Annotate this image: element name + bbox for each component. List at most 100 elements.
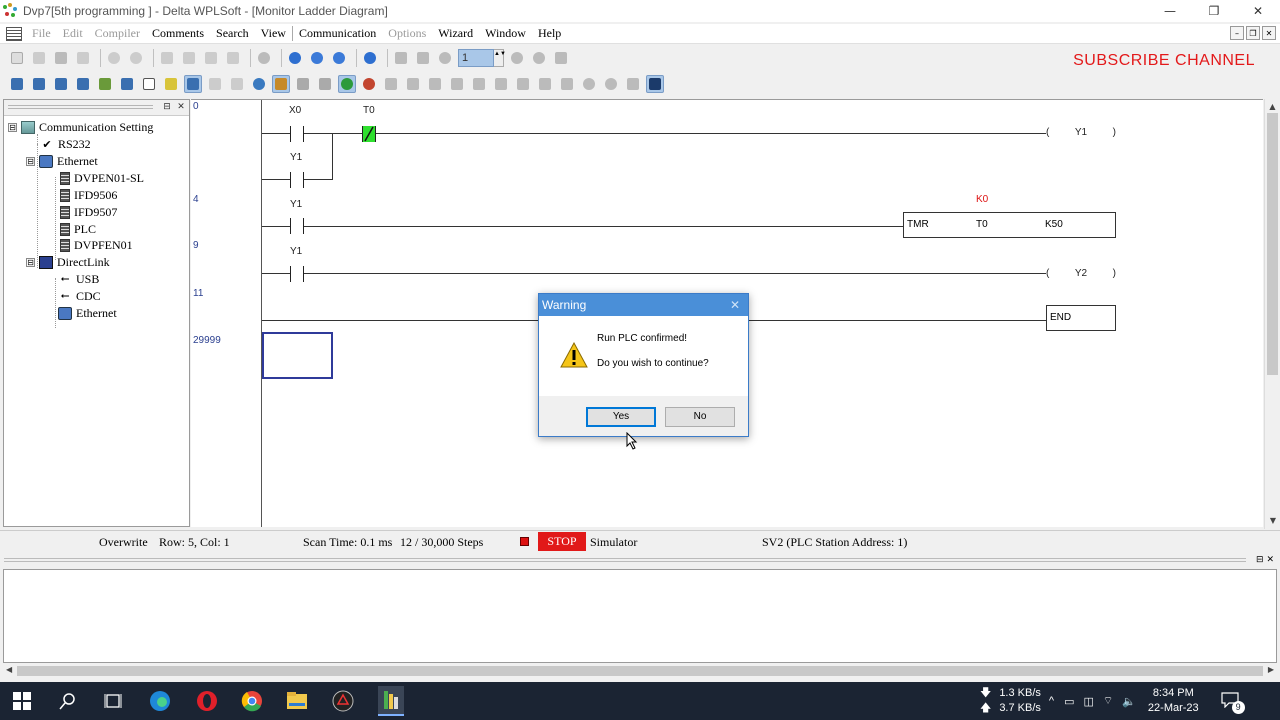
- opera-icon[interactable]: [195, 689, 219, 713]
- restore-button[interactable]: ❐: [1192, 0, 1236, 22]
- scroll-right-icon[interactable]: ▶: [1268, 665, 1274, 674]
- set-on-icon[interactable]: [382, 75, 400, 93]
- tree-node-dvpfen01[interactable]: DVPFEN01: [60, 237, 133, 253]
- find-next-icon[interactable]: [602, 75, 620, 93]
- ladder-vertical-scrollbar[interactable]: ▲ ▼: [1264, 99, 1280, 529]
- copy-icon[interactable]: [180, 49, 198, 67]
- coil-y1[interactable]: ( Y1 ): [1046, 127, 1116, 138]
- tree-node-directlink[interactable]: ⊟ DirectLink: [26, 254, 110, 270]
- step-input[interactable]: 1: [458, 49, 494, 67]
- step-spinner[interactable]: ▲▼: [494, 49, 506, 67]
- stop-icon[interactable]: [360, 75, 378, 93]
- help-icon[interactable]: [361, 49, 379, 67]
- new-file-icon[interactable]: [8, 49, 26, 67]
- window2-icon[interactable]: [316, 75, 334, 93]
- link-icon[interactable]: [552, 49, 570, 67]
- branch-icon[interactable]: [470, 75, 488, 93]
- comment-icon[interactable]: [206, 75, 224, 93]
- scroll-thumb[interactable]: [17, 666, 1263, 676]
- tree-view-icon[interactable]: [118, 75, 136, 93]
- tree-node-dvpen01-sl[interactable]: DVPEN01-SL: [60, 170, 144, 186]
- menu-view[interactable]: View: [255, 26, 292, 41]
- yes-button[interactable]: Yes: [586, 407, 656, 427]
- upload-icon[interactable]: [414, 49, 432, 67]
- tree-node-communication-setting[interactable]: ⊟ Communication Setting: [8, 119, 153, 135]
- memory-icon[interactable]: [162, 75, 180, 93]
- dialog-close-button[interactable]: ✕: [730, 294, 740, 316]
- redo-icon[interactable]: [127, 49, 145, 67]
- timer-instruction[interactable]: TMR T0 K50: [903, 212, 1116, 238]
- sfc-mode-icon[interactable]: [52, 75, 70, 93]
- tree-node-usb[interactable]: ⭠ USB: [58, 271, 100, 287]
- tree-node-ethernet[interactable]: ⊟ Ethernet: [26, 153, 98, 169]
- tree-node-ifd9506[interactable]: IFD9506: [60, 187, 117, 203]
- tree-node-plc[interactable]: PLC: [60, 221, 96, 237]
- menu-compiler[interactable]: Compiler: [89, 26, 146, 41]
- lightbulb-icon[interactable]: [250, 75, 268, 93]
- menu-edit[interactable]: Edit: [57, 26, 89, 41]
- search-icon[interactable]: [56, 689, 80, 713]
- file-explorer-icon[interactable]: [285, 689, 309, 713]
- zoom-in-icon[interactable]: [308, 49, 326, 67]
- block-icon[interactable]: [558, 75, 576, 93]
- monitor-icon[interactable]: [436, 49, 454, 67]
- ladder-symbol-icon[interactable]: [646, 75, 664, 93]
- scroll-left-icon[interactable]: ◀: [6, 665, 12, 674]
- find-icon[interactable]: [580, 75, 598, 93]
- undo-icon[interactable]: [105, 49, 123, 67]
- menu-options[interactable]: Options: [382, 26, 432, 41]
- force-icon[interactable]: [426, 75, 444, 93]
- contact-y1-seal[interactable]: [290, 172, 304, 188]
- ladder-mode-icon[interactable]: [8, 75, 26, 93]
- refresh-icon[interactable]: [255, 49, 273, 67]
- function-icon[interactable]: [514, 75, 532, 93]
- menu-comments[interactable]: Comments: [146, 26, 210, 41]
- menu-window[interactable]: Window: [479, 26, 532, 41]
- open-file-icon[interactable]: [30, 49, 48, 67]
- wplsoft-taskbar-icon[interactable]: [378, 686, 404, 716]
- notification-icon[interactable]: 9: [1221, 692, 1245, 714]
- tree-node-rs232[interactable]: ✔ RS232: [40, 136, 90, 152]
- sync-icon[interactable]: [530, 49, 548, 67]
- chrome-icon[interactable]: [240, 689, 264, 713]
- tree-node-ethernet-direct[interactable]: Ethernet: [58, 305, 117, 321]
- mdi-restore-button[interactable]: ❐: [1246, 26, 1260, 40]
- run-icon[interactable]: [338, 75, 356, 93]
- mdi-close-button[interactable]: ✕: [1262, 26, 1276, 40]
- menu-communication[interactable]: Communication: [291, 26, 382, 41]
- contact-t0-nc[interactable]: [362, 126, 376, 142]
- mdi-minimize-button[interactable]: –: [1230, 26, 1244, 40]
- menu-help[interactable]: Help: [532, 26, 567, 41]
- download-icon[interactable]: [392, 49, 410, 67]
- output-horizontal-scrollbar[interactable]: ◀ ▶: [3, 663, 1277, 679]
- edit-comment-icon[interactable]: [96, 75, 114, 93]
- delete-icon[interactable]: [224, 49, 242, 67]
- task-view-icon[interactable]: [101, 689, 125, 713]
- pin-icon[interactable]: ⊟: [1256, 555, 1264, 565]
- contact-y1-timer[interactable]: [290, 218, 304, 234]
- contact-y1-out[interactable]: [290, 266, 304, 282]
- document-icon[interactable]: [6, 26, 22, 41]
- edge-icon[interactable]: [148, 689, 172, 713]
- contact-icon[interactable]: [448, 75, 466, 93]
- edit-cursor[interactable]: [262, 332, 333, 379]
- print-icon[interactable]: [74, 49, 92, 67]
- end-instruction[interactable]: END: [1046, 305, 1116, 331]
- coil-y2[interactable]: ( Y2 ): [1046, 268, 1116, 279]
- program-monitor-icon[interactable]: [272, 75, 290, 93]
- save-icon[interactable]: [52, 49, 70, 67]
- menu-file[interactable]: File: [26, 26, 57, 41]
- scroll-down-icon[interactable]: ▼: [1265, 513, 1280, 529]
- paste-icon[interactable]: [202, 49, 220, 67]
- scroll-thumb[interactable]: [1267, 113, 1278, 375]
- show-hidden-icons-chevron-icon[interactable]: ^: [1049, 695, 1054, 707]
- pin-icon[interactable]: ⊟: [161, 101, 173, 113]
- close-icon[interactable]: ✕: [175, 101, 187, 113]
- cut-icon[interactable]: [158, 49, 176, 67]
- register-icon[interactable]: [228, 75, 246, 93]
- meet-now-icon[interactable]: ◫: [1083, 695, 1093, 708]
- volume-icon[interactable]: 🔈: [1122, 695, 1136, 708]
- minimize-button[interactable]: —: [1148, 0, 1192, 22]
- zoom-icon[interactable]: [286, 49, 304, 67]
- tree-node-cdc[interactable]: ⭠ CDC: [58, 288, 101, 304]
